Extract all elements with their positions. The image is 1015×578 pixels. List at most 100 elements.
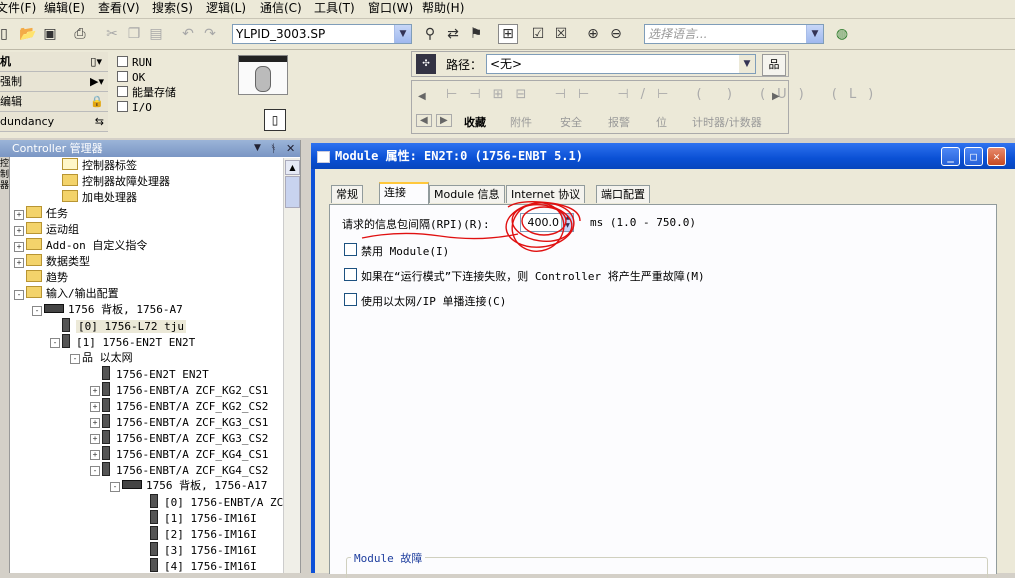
path-combo[interactable]: <无> ▼ — [486, 54, 756, 74]
expand-icon[interactable]: + — [90, 434, 100, 444]
expand-icon[interactable]: + — [14, 226, 24, 236]
menu-edit[interactable]: 编辑(E) — [44, 1, 85, 16]
collapse-icon[interactable]: - — [50, 338, 60, 348]
scroll-left-icon[interactable]: ◀ — [418, 91, 426, 102]
expand-icon[interactable]: + — [90, 450, 100, 460]
chevron-down-icon[interactable]: ▼ — [739, 55, 755, 73]
tree-item[interactable]: - [1] 1756-EN2T EN2T — [50, 334, 195, 350]
arrow-right-icon[interactable]: ▶▾ — [90, 72, 104, 91]
tree-item[interactable]: [1] 1756-IM16I — [150, 510, 257, 526]
save-icon[interactable]: ▣ — [40, 24, 60, 44]
scroll-right-icon[interactable]: ▶ — [772, 91, 780, 102]
cut-icon[interactable]: ✂ — [102, 24, 122, 44]
dropdown-icon[interactable]: ▯▾ — [90, 52, 102, 71]
tree-item[interactable]: + 数据类型 — [14, 254, 90, 270]
expand-icon[interactable]: + — [90, 418, 100, 428]
organizer-side-tab[interactable]: 控制器 — [0, 157, 10, 573]
who-active-icon[interactable]: 品 — [762, 54, 786, 76]
tree-item[interactable]: 控制器标签 — [62, 158, 137, 174]
ladder-tab-bit[interactable]: 位 — [656, 114, 667, 130]
unicast-checkbox[interactable] — [344, 293, 357, 306]
expand-icon[interactable]: + — [90, 386, 100, 396]
tree-item[interactable]: 加电处理器 — [62, 190, 137, 206]
menu-window[interactable]: 窗口(W) — [368, 1, 413, 16]
tab-connection[interactable]: 连接 — [379, 182, 429, 204]
menu-help[interactable]: 帮助(H) — [422, 1, 464, 16]
tree-item[interactable]: - 输入/输出配置 — [14, 286, 119, 302]
menu-logic[interactable]: 逻辑(L) — [206, 1, 246, 16]
collapse-icon[interactable]: - — [110, 482, 120, 492]
copy-icon[interactable]: ❐ — [124, 24, 144, 44]
collapse-icon[interactable]: - — [14, 290, 24, 300]
mode-row-redundancy[interactable]: dundancy ⇆ — [0, 112, 108, 132]
ladder-tab-favorites[interactable]: 收藏 — [464, 114, 486, 130]
tab-port-config[interactable]: 端口配置 — [596, 185, 650, 203]
collapse-icon[interactable]: - — [90, 466, 100, 476]
tree-item[interactable]: - 1756-ENBT/A ZCF_KG4_CS2 — [90, 462, 268, 478]
menu-view[interactable]: 查看(V) — [98, 1, 140, 16]
tree-item[interactable]: [3] 1756-IM16I — [150, 542, 257, 558]
tree-item[interactable]: - 1756 背板, 1756-A17 — [110, 478, 267, 494]
project-combo[interactable]: YLPID_3003.SP ▼ — [232, 24, 412, 44]
ladder-instruction-icons[interactable]: ⊢⊣⊞⊟ ⊣⊢ ⊣/⊢ ( ) (U) (L) — [446, 87, 885, 102]
collapse-icon[interactable]: - — [32, 306, 42, 316]
expand-icon[interactable]: + — [14, 210, 24, 220]
undo-icon[interactable]: ↶ — [178, 24, 198, 44]
network-graph-icon[interactable]: ✣ — [416, 54, 436, 74]
open-folder-icon[interactable]: 📂 — [18, 24, 38, 44]
dropdown-icon[interactable]: ▼ — [254, 140, 261, 157]
tree-item[interactable]: +1756-ENBT/A ZCF_KG3_CS1 — [90, 414, 268, 430]
zoom-out-icon[interactable]: ⊖ — [606, 24, 626, 44]
inhibit-module-checkbox[interactable] — [344, 243, 357, 256]
chevron-down-icon[interactable]: ▼ — [394, 25, 411, 43]
tree-item[interactable]: + Add-on 自定义指令 — [14, 238, 147, 254]
tab-scroll-left-icon[interactable]: ◀ — [416, 114, 432, 127]
maximize-icon[interactable]: □ — [964, 147, 983, 166]
expand-icon[interactable]: + — [90, 402, 100, 412]
tree-item[interactable]: 1756-EN2T EN2T — [102, 366, 209, 382]
tree-item[interactable]: + 任务 — [14, 206, 68, 222]
browse-icon[interactable]: ⚑ — [466, 24, 486, 44]
redo-icon[interactable]: ↷ — [200, 24, 220, 44]
tree-item[interactable]: 控制器故障处理器 — [62, 174, 170, 190]
scroll-up-icon[interactable]: ▲ — [285, 160, 300, 175]
expand-icon[interactable]: + — [14, 242, 24, 252]
tree-item[interactable]: -品 以太网 — [70, 350, 133, 366]
paste-icon[interactable]: ▤ — [146, 24, 166, 44]
tree-item[interactable]: +1756-ENBT/A ZCF_KG3_CS2 — [90, 430, 268, 446]
tree-item[interactable]: + 运动组 — [14, 222, 79, 238]
tree-view-icon[interactable]: ⊞ — [498, 24, 518, 44]
tree-item[interactable]: +1756-ENBT/A ZCF_KG2_CS1 — [90, 382, 268, 398]
scroll-thumb[interactable] — [285, 176, 300, 208]
tree-item[interactable]: +1756-ENBT/A ZCF_KG2_CS2 — [90, 398, 268, 414]
new-file-icon[interactable]: ▯ — [0, 24, 14, 44]
chevron-down-icon[interactable]: ▼ — [806, 25, 823, 43]
mode-row-offline[interactable]: 机 ▯▾ — [0, 52, 108, 72]
close-icon[interactable]: ✕ — [987, 147, 1006, 166]
tab-general[interactable]: 常规 — [331, 185, 363, 203]
ladder-tab-alarms[interactable]: 报警 — [608, 114, 630, 130]
tree-item[interactable]: +1756-ENBT/A ZCF_KG4_CS1 — [90, 446, 268, 462]
tab-scroll-right-icon[interactable]: ▶ — [436, 114, 452, 127]
tree-scrollbar[interactable]: ▲ — [283, 158, 300, 573]
redundancy-icon[interactable]: ⇆ — [95, 112, 104, 131]
close-icon[interactable]: ✕ — [286, 140, 295, 157]
major-fault-checkbox[interactable] — [344, 268, 357, 281]
verify-controller-icon[interactable]: ☒ — [551, 24, 571, 44]
find-icon[interactable]: ⚲ — [420, 24, 440, 44]
pin-icon[interactable]: ᚬ — [270, 140, 277, 157]
menu-tools[interactable]: 工具(T) — [314, 1, 355, 16]
minimize-icon[interactable]: _ — [941, 147, 960, 166]
menu-file[interactable]: 文件(F) — [0, 1, 36, 16]
ladder-tab-timer-counter[interactable]: 计时器/计数器 — [692, 114, 762, 130]
tree-item[interactable]: [0] 1756-L72 tju — [62, 318, 186, 334]
print-icon[interactable]: ⎙ — [70, 24, 90, 44]
globe-icon[interactable]: ◍ — [832, 24, 852, 44]
expand-icon[interactable]: + — [14, 258, 24, 268]
mode-row-forces[interactable]: 强制 ▶▾ — [0, 72, 108, 92]
tree-item[interactable]: 趋势 — [26, 270, 68, 286]
tree-item[interactable]: [4] 1756-IM16I — [150, 558, 257, 573]
tree-item[interactable]: [2] 1756-IM16I — [150, 526, 257, 542]
verify-icon[interactable]: ☑ — [528, 24, 548, 44]
ladder-tab-safety[interactable]: 安全 — [560, 114, 582, 130]
